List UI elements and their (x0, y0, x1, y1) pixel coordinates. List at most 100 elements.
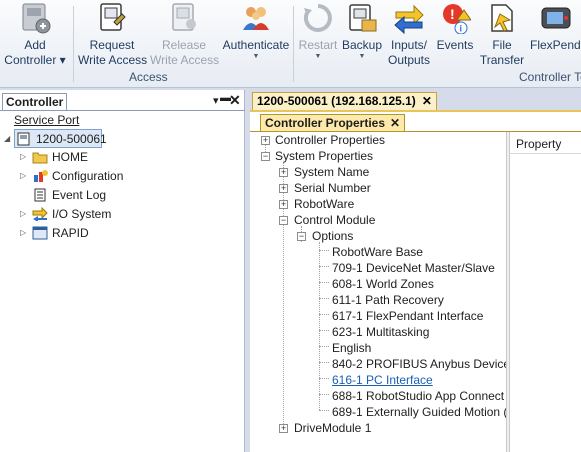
file-transfer-button[interactable]: File Transfer (478, 2, 526, 68)
access-group-label: Access (129, 70, 168, 84)
collapsed-arrow-icon[interactable]: ▷ (20, 209, 26, 218)
tree-option-item-selected[interactable]: 616-1 PC Interface (332, 373, 433, 387)
request-write-icon (96, 2, 128, 34)
restart-button[interactable]: Restart ▼ (296, 2, 340, 61)
events-button[interactable]: ! i Events (435, 2, 475, 53)
collapse-icon[interactable]: − (261, 152, 270, 161)
chevron-down-icon: ▼ (314, 53, 322, 60)
tree-option-item[interactable]: 623-1 Multitasking (332, 325, 429, 339)
add-controller-icon (19, 2, 51, 34)
users-icon (240, 2, 272, 34)
inputs-outputs-icon (393, 2, 425, 35)
tree-option-item[interactable]: 689-1 Externally Guided Motion (EGM) (332, 405, 506, 419)
inputs-outputs-label: Inputs/ (390, 38, 428, 52)
add-controller-button[interactable]: Add Controller ▾ (2, 2, 68, 68)
release-write-label: Release (161, 38, 207, 52)
controller-icon (17, 132, 33, 146)
expand-icon[interactable]: + (279, 168, 288, 177)
collapsed-arrow-icon[interactable]: ▷ (20, 171, 26, 180)
io-system-icon (32, 206, 48, 222)
controller-properties-tab[interactable]: Controller Properties ✕ (260, 114, 406, 131)
tree-item-home[interactable]: HOME (52, 150, 88, 164)
restart-label: Restart (298, 38, 338, 52)
tree-controller-properties[interactable]: Controller Properties (275, 133, 385, 147)
flexpendant-label: FlexPendant (530, 38, 581, 52)
controller-pane-tab[interactable]: Controller (2, 93, 68, 110)
tree-control-module[interactable]: Control Module (294, 213, 375, 227)
tree-drive-module[interactable]: DriveModule 1 (294, 421, 371, 435)
file-transfer-label: File (492, 38, 512, 52)
expanded-arrow-icon[interactable]: ◢ (4, 134, 10, 143)
controller-node[interactable]: 1200-500061 (14, 129, 107, 148)
tree-item-io-system[interactable]: I/O System (52, 207, 111, 221)
svg-text:i: i (460, 24, 463, 34)
chevron-down-icon: ▼ (252, 53, 260, 60)
tree-option-item[interactable]: 608-1 World Zones (332, 277, 434, 291)
tree-option-item[interactable]: 617-1 FlexPendant Interface (332, 309, 483, 323)
expand-icon[interactable]: + (261, 136, 270, 145)
tree-system-name[interactable]: System Name (294, 165, 369, 179)
event-log-icon (32, 188, 48, 202)
controller-pane: Controller ▾ ▬ ✕ Service Port ◢ 1200-500… (0, 90, 245, 452)
events-label: Events (436, 38, 474, 52)
add-controller-label: Add (24, 38, 46, 52)
expand-icon[interactable]: + (279, 200, 288, 209)
controller-properties-tab-title: Controller Properties (265, 116, 386, 130)
collapse-icon[interactable]: − (297, 232, 306, 241)
controller-pane-header: Controller ▾ ▬ ✕ (0, 92, 245, 111)
collapse-icon[interactable]: − (279, 216, 288, 225)
service-port-label[interactable]: Service Port (14, 113, 79, 127)
properties-tree: + Controller Properties − System Propert… (250, 132, 506, 452)
events-icon: ! i (439, 2, 472, 35)
property-column-header[interactable]: Property (510, 132, 581, 154)
tree-option-item[interactable]: RobotWare Base (332, 245, 423, 259)
controller-tools-group-label: Controller Tools (519, 70, 581, 84)
request-write-label-2: Write Access (78, 53, 148, 67)
release-write-access-button[interactable]: Release Write Access (150, 2, 220, 68)
tree-robotware[interactable]: RobotWare (294, 197, 354, 211)
authenticate-button[interactable]: Authenticate ▼ (222, 2, 290, 61)
expand-icon[interactable]: + (279, 424, 288, 433)
backup-label: Backup (342, 38, 383, 52)
tree-system-properties[interactable]: System Properties (275, 149, 373, 163)
tree-item-rapid[interactable]: RAPID (52, 226, 89, 240)
tree-option-item[interactable]: 611-1 Path Recovery (332, 293, 444, 307)
document-body: Controller Properties ✕ + Controller Prop… (250, 110, 581, 452)
close-tab-icon[interactable]: ✕ (390, 116, 400, 130)
document-tab-title: 1200-500061 (192.168.125.1) (257, 94, 416, 108)
tree-item-configuration[interactable]: Configuration (52, 169, 123, 183)
tree-option-item[interactable]: English (332, 341, 371, 355)
request-write-label: Request (89, 38, 135, 52)
collapsed-arrow-icon[interactable]: ▷ (20, 228, 26, 237)
pane-options-icon[interactable]: ▾ (213, 94, 219, 107)
release-write-label-2: Write Access (150, 53, 220, 67)
folder-icon (32, 150, 48, 164)
svg-text:!: ! (450, 6, 455, 22)
configuration-icon (32, 169, 48, 183)
file-transfer-label-2: Transfer (479, 53, 525, 67)
close-icon[interactable]: ✕ (229, 92, 241, 109)
inputs-outputs-label-2: Outputs (387, 53, 431, 67)
chevron-down-icon: ▼ (358, 53, 366, 60)
request-write-access-button[interactable]: Request Write Access (78, 2, 148, 68)
rapid-icon (32, 226, 48, 240)
flexpendant-button[interactable]: FlexPendant (530, 2, 581, 53)
document-tab[interactable]: 1200-500061 (192.168.125.1) ✕ (252, 92, 437, 110)
inputs-outputs-button[interactable]: Inputs/ Outputs (386, 2, 432, 68)
pane-header-divider (0, 110, 245, 111)
tree-serial-number[interactable]: Serial Number (294, 181, 371, 195)
tree-options[interactable]: Options (312, 229, 353, 243)
tree-item-event-log[interactable]: Event Log (52, 188, 106, 202)
tree-option-item[interactable]: 688-1 RobotStudio App Connect (332, 389, 504, 403)
expand-icon[interactable]: + (279, 184, 288, 193)
document-area: 1200-500061 (192.168.125.1) ✕ Controller … (248, 90, 581, 452)
file-transfer-icon (486, 2, 518, 34)
restart-icon (302, 2, 334, 34)
collapsed-arrow-icon[interactable]: ▷ (20, 152, 26, 161)
tree-option-item[interactable]: 840-2 PROFIBUS Anybus Device (332, 357, 506, 371)
tree-option-item[interactable]: 709-1 DeviceNet Master/Slave (332, 261, 495, 275)
ribbon: Add Controller ▾ Request Write Access Re… (0, 0, 581, 88)
backup-button[interactable]: Backup ▼ (342, 2, 382, 61)
property-grid: Property (510, 132, 581, 452)
close-tab-icon[interactable]: ✕ (422, 94, 432, 108)
